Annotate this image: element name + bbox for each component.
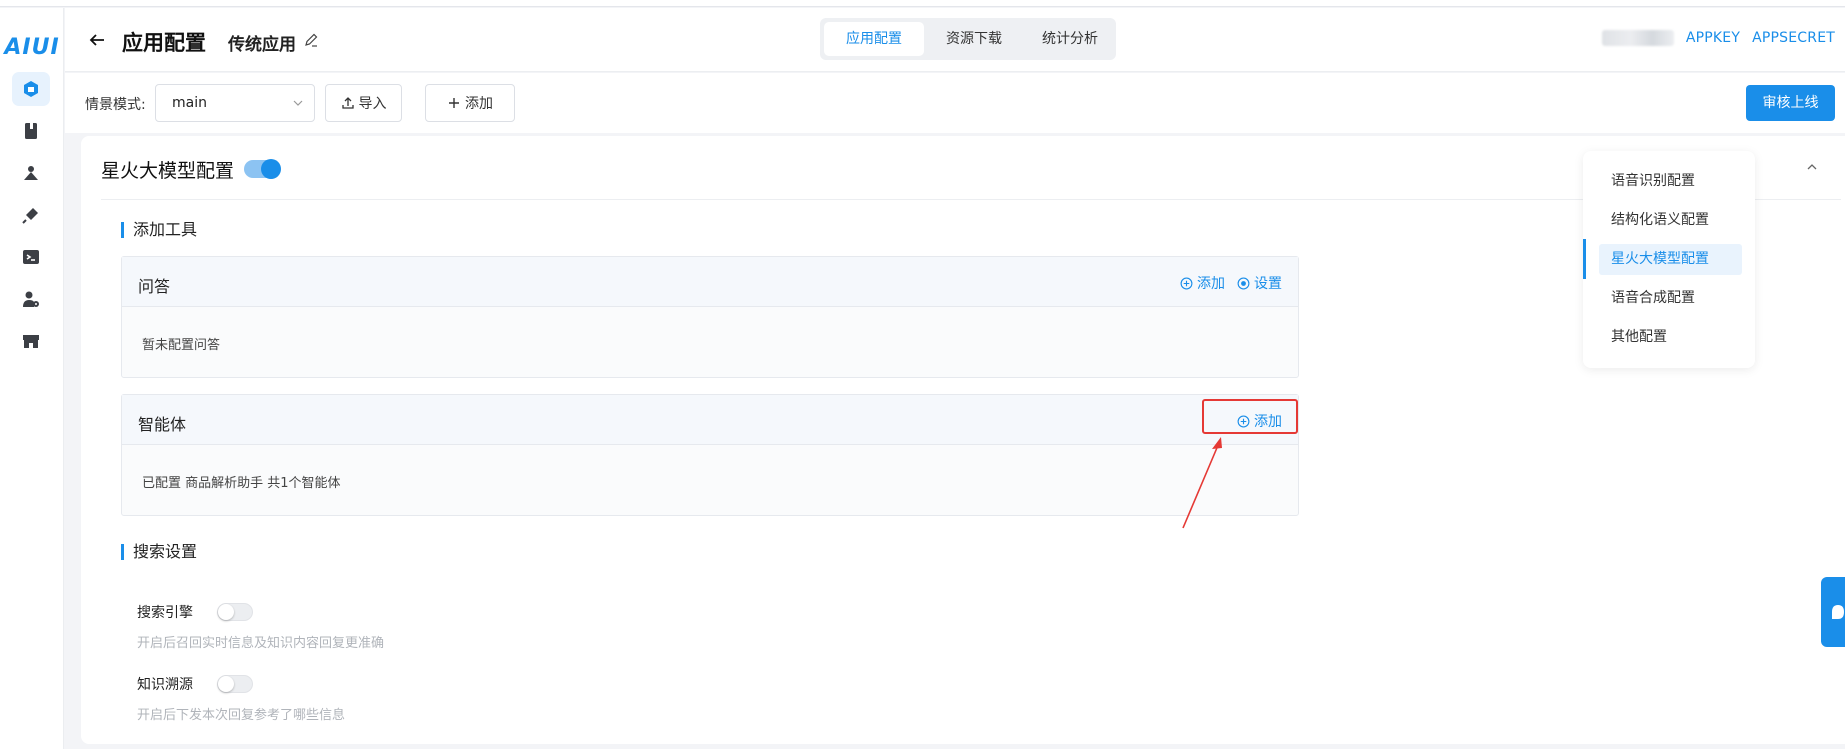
qa-tool-body: 暂未配置问答 (122, 307, 1298, 377)
edit-icon[interactable] (303, 32, 319, 48)
book-icon (25, 123, 37, 139)
agent-add-button[interactable]: 添加 (1237, 411, 1282, 431)
qa-add-label: 添加 (1197, 276, 1225, 292)
add-scene-label: 添加 (465, 96, 493, 112)
store-icon (23, 335, 39, 348)
scene-label: 情景模式: (85, 97, 146, 113)
model-icon (24, 166, 38, 180)
chat-support-icon (1832, 605, 1844, 619)
top-strip (0, 0, 1845, 7)
appkey-link[interactable]: APPKEY (1686, 30, 1740, 46)
back-arrow-icon[interactable] (87, 30, 107, 50)
qa-empty-text: 暂未配置问答 (142, 338, 221, 353)
qa-title: 问答 (138, 277, 171, 296)
anchor-item-tts[interactable]: 语音合成配置 (1599, 283, 1742, 314)
upload-icon (341, 97, 354, 109)
add-scene-button[interactable]: 添加 (425, 84, 515, 122)
anchor-nav: 语音识别配置 结构化语义配置 星火大模型配置 语音合成配置 其他配置 (1583, 151, 1755, 368)
knowledge-trace-desc: 开启后下发本次回复参考了哪些信息 (137, 708, 346, 723)
chevron-up-icon[interactable] (1805, 160, 1819, 174)
agent-tool-body: 已配置 商品解析助手 共1个智能体 (122, 445, 1298, 515)
tools-group-label: 添加工具 (121, 222, 197, 238)
left-rail: AIUI (0, 8, 64, 749)
plugin-icon (22, 208, 38, 224)
qa-add-button[interactable]: 添加 (1180, 273, 1225, 293)
knowledge-trace-toggle[interactable] (217, 675, 253, 693)
app-name: 传统应用 (228, 35, 296, 55)
scene-select[interactable]: main (155, 84, 315, 122)
redacted-app-id (1601, 30, 1674, 46)
anchor-active-indicator (1583, 239, 1586, 279)
section-title: 星火大模型配置 (101, 160, 235, 182)
plus-circle-icon (1180, 277, 1193, 289)
anchor-item-asr[interactable]: 语音识别配置 (1599, 166, 1742, 197)
qa-tool-header: 问答 添加 设置 (122, 257, 1298, 307)
agent-title: 智能体 (138, 415, 187, 434)
tab-app-config[interactable]: 应用配置 (824, 22, 924, 56)
scene-select-value: main (172, 95, 207, 111)
rail-item-terminal[interactable] (12, 240, 50, 274)
rail-item-model[interactable] (12, 156, 50, 190)
app-config-icon (24, 81, 38, 97)
agent-tool-box: 智能体 添加 已配置 商品解析助手 共1个智能体 (121, 394, 1299, 516)
anchor-item-spark[interactable]: 星火大模型配置 (1599, 244, 1742, 275)
import-label: 导入 (358, 96, 387, 112)
terminal-icon (23, 250, 39, 264)
appsecret-link[interactable]: APPSECRET (1752, 30, 1835, 46)
qa-settings-button[interactable]: 设置 (1237, 273, 1282, 293)
page-title: 应用配置 (122, 31, 206, 55)
tab-resource-download[interactable]: 资源下载 (928, 22, 1020, 56)
import-button[interactable]: 导入 (325, 84, 402, 122)
qa-settings-label: 设置 (1254, 276, 1282, 292)
gear-icon (1237, 277, 1250, 289)
divider (101, 199, 1841, 200)
logo: AIUI (4, 34, 60, 60)
plus-icon (449, 98, 459, 108)
rail-item-plugins[interactable] (12, 198, 50, 232)
search-group-label: 搜索设置 (121, 544, 197, 560)
anchor-item-other[interactable]: 其他配置 (1599, 322, 1742, 353)
tab-statistics[interactable]: 统计分析 (1024, 22, 1116, 56)
review-publish-button[interactable]: 审核上线 (1746, 85, 1835, 121)
main-card: 星火大模型配置 添加工具 问答 添加 设置 暂未配置问答 智能体 添加 已配置 … (81, 136, 1845, 744)
plus-circle-icon (1237, 415, 1250, 427)
search-engine-label: 搜索引擎 (137, 605, 193, 621)
qa-tool-box: 问答 添加 设置 暂未配置问答 (121, 256, 1299, 378)
rail-item-app-config[interactable] (12, 72, 50, 106)
rail-item-user-settings[interactable] (12, 282, 50, 316)
floating-support-button[interactable] (1821, 577, 1845, 647)
rail-item-docs[interactable] (12, 114, 50, 148)
search-engine-desc: 开启后召回实时信息及知识内容回复更准确 (137, 636, 385, 651)
agent-tool-header: 智能体 添加 (122, 395, 1298, 445)
user-settings-icon (23, 291, 39, 307)
qa-actions: 添加 设置 (1180, 273, 1282, 293)
toolbar: 情景模式: main 导入 添加 审核上线 (65, 73, 1845, 133)
search-engine-toggle[interactable] (217, 603, 253, 621)
header-right: APPKEY APPSECRET (1601, 30, 1835, 46)
agent-add-label: 添加 (1254, 414, 1282, 430)
chevron-down-icon (293, 100, 303, 106)
section-toggle[interactable] (244, 159, 281, 179)
anchor-item-semantic[interactable]: 结构化语义配置 (1599, 205, 1742, 236)
knowledge-trace-label: 知识溯源 (137, 677, 193, 693)
agent-actions: 添加 (1237, 411, 1282, 431)
top-tabs: 应用配置 资源下载 统计分析 (820, 18, 1116, 60)
agent-configured-text: 已配置 商品解析助手 共1个智能体 (142, 476, 341, 491)
header: 应用配置 传统应用 应用配置 资源下载 统计分析 APPKEY APPSECRE… (65, 8, 1845, 72)
rail-item-store[interactable] (12, 324, 50, 358)
